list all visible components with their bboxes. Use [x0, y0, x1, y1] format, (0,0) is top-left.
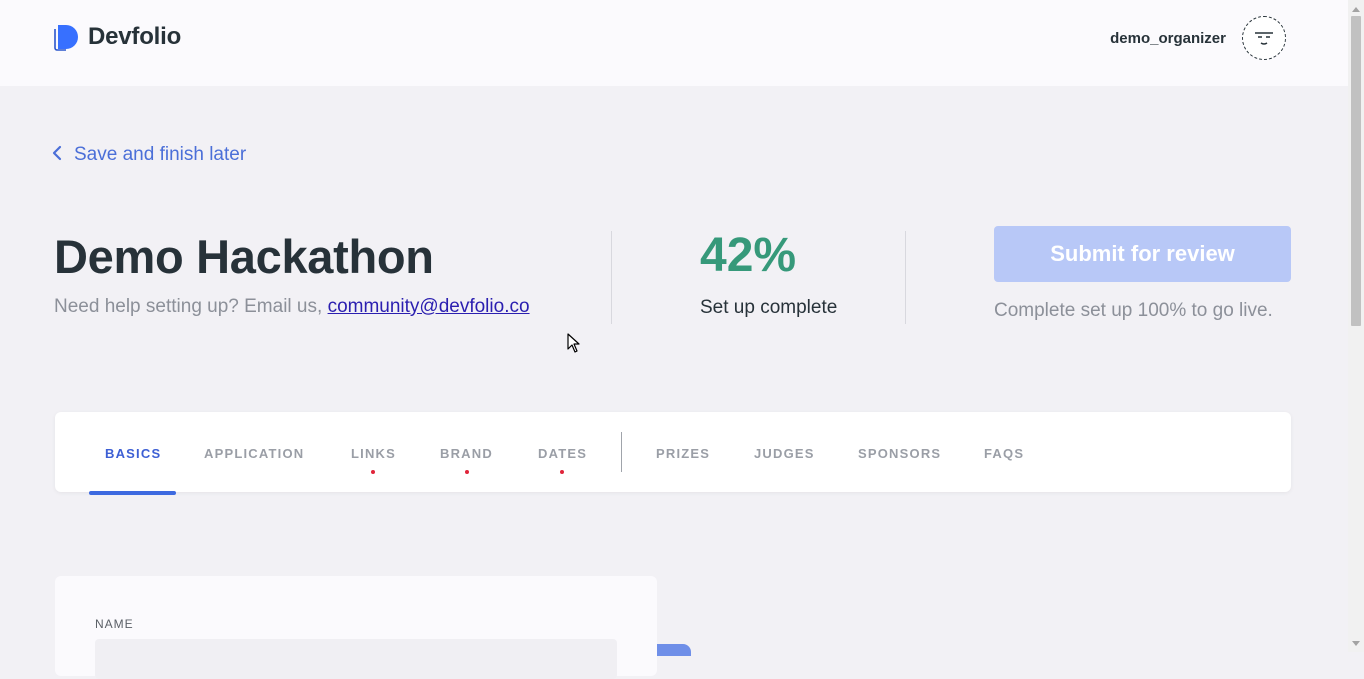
tab-basics[interactable]: BASICS [105, 446, 161, 461]
setup-progress-value: 42% [700, 229, 797, 282]
header-divider [905, 231, 906, 324]
help-text-prefix: Need help setting up? Email us, [54, 296, 328, 317]
help-email-link[interactable]: community@devfolio.co [328, 296, 530, 317]
back-link-label: Save and finish later [74, 144, 247, 165]
scroll-down-arrow-icon[interactable] [1348, 636, 1364, 650]
logo-text: Devfolio [88, 23, 182, 50]
tabs-separator [621, 432, 622, 472]
avatar-face-icon [1255, 32, 1273, 45]
devfolio-logo-icon [54, 23, 80, 51]
header-divider [611, 231, 612, 324]
chevron-left-icon [52, 145, 62, 166]
name-input[interactable] [95, 639, 617, 679]
tab-links[interactable]: LINKS [351, 446, 396, 461]
scroll-up-arrow-icon[interactable] [1348, 2, 1364, 16]
submit-for-review-button[interactable]: Submit for review [994, 226, 1291, 282]
top-header: Devfolio demo_organizer [0, 0, 1348, 86]
tab-prizes[interactable]: PRIZES [656, 446, 710, 461]
save-and-finish-later-link[interactable]: Save and finish later [52, 144, 246, 166]
tab-faqs[interactable]: FAQS [984, 446, 1024, 461]
tab-links-incomplete-dot [371, 470, 375, 474]
user-menu[interactable]: demo_organizer [1110, 16, 1286, 60]
tab-sponsors[interactable]: SPONSORS [858, 446, 941, 461]
tab-brand-incomplete-dot [465, 470, 469, 474]
tab-application[interactable]: APPLICATION [204, 446, 304, 461]
mouse-cursor-icon [567, 333, 581, 358]
scrollbar-thumb[interactable] [1351, 16, 1361, 326]
side-action-button[interactable] [657, 644, 691, 656]
active-tab-indicator [89, 491, 176, 495]
setup-progress-label: Set up complete [700, 297, 838, 318]
username: demo_organizer [1110, 29, 1226, 47]
devfolio-logo[interactable]: Devfolio [54, 23, 181, 51]
tab-dates[interactable]: DATES [538, 446, 587, 461]
avatar[interactable] [1242, 16, 1286, 60]
help-text: Need help setting up? Email us, communit… [54, 296, 530, 318]
page-scrollbar[interactable] [1348, 0, 1364, 652]
submit-note: Complete set up 100% to go live. [994, 300, 1273, 321]
tab-judges[interactable]: JUDGES [754, 446, 815, 461]
name-field-label: NAME [95, 617, 134, 631]
section-tabs: BASICS APPLICATION LINKS BRAND DATES PRI… [55, 412, 1291, 492]
basics-form-card: NAME [55, 576, 657, 679]
page-title: Demo Hackathon [54, 230, 434, 283]
tab-dates-incomplete-dot [560, 470, 564, 474]
tab-brand[interactable]: BRAND [440, 446, 493, 461]
